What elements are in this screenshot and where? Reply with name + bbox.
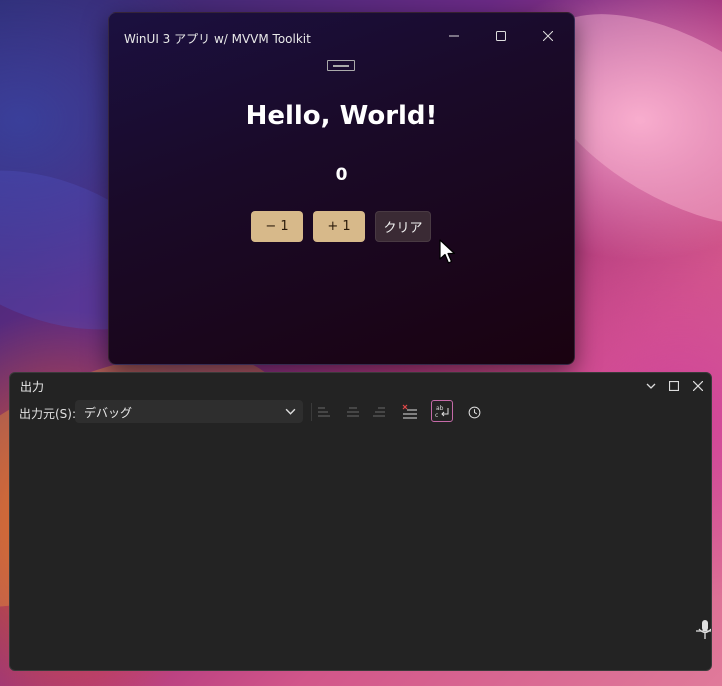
clear-all-icon xyxy=(402,404,417,419)
app-window: WinUI 3 アプリ w/ MVVM Toolkit Hello, World… xyxy=(108,12,575,365)
align-center-button[interactable] xyxy=(344,403,362,421)
clear-button[interactable]: クリア xyxy=(375,211,431,242)
panel-maximize-button[interactable] xyxy=(665,377,683,395)
close-icon xyxy=(543,31,553,41)
increment-button[interactable]: + 1 xyxy=(313,211,365,242)
clock-icon xyxy=(468,406,480,418)
panel-title: 出力 xyxy=(20,380,45,394)
mouse-pointer-icon xyxy=(439,239,456,264)
output-source-value: デバッグ xyxy=(84,406,133,420)
close-button[interactable] xyxy=(525,21,571,51)
counter-value: 0 xyxy=(335,165,348,185)
output-source-label: 出力元(S): xyxy=(19,407,77,421)
clear-all-button[interactable] xyxy=(401,403,419,421)
align-center-icon xyxy=(347,407,359,417)
align-right-icon xyxy=(373,407,385,417)
maximize-button[interactable] xyxy=(478,21,524,51)
chevron-down-icon xyxy=(646,383,656,389)
page-title: Hello, World! xyxy=(245,101,438,131)
minimize-button[interactable] xyxy=(431,21,477,51)
output-panel: 出力 出力元(S): デバッグ ab c xyxy=(9,372,712,671)
drag-handle-icon[interactable] xyxy=(327,60,355,71)
output-source-dropdown[interactable]: デバッグ xyxy=(75,400,303,423)
maximize-icon xyxy=(496,31,506,41)
chevron-down-icon xyxy=(285,408,296,415)
toolbar-separator xyxy=(311,403,312,421)
panel-options-button[interactable] xyxy=(642,377,660,395)
align-left-icon xyxy=(318,407,330,417)
decrement-button[interactable]: − 1 xyxy=(251,211,303,242)
word-wrap-icon: abc xyxy=(435,405,449,418)
align-left-button[interactable] xyxy=(315,403,333,421)
show-timestamp-button[interactable] xyxy=(465,403,483,421)
svg-text:c: c xyxy=(435,412,438,418)
svg-text:ab: ab xyxy=(436,405,444,412)
microphone-icon xyxy=(696,620,711,639)
align-right-button[interactable] xyxy=(370,403,388,421)
close-icon xyxy=(693,381,703,391)
maximize-icon xyxy=(669,381,679,391)
app-title: WinUI 3 アプリ w/ MVVM Toolkit xyxy=(124,32,311,46)
minimize-icon xyxy=(449,35,459,37)
word-wrap-toggle[interactable]: ab c xyxy=(431,400,453,422)
panel-close-button[interactable] xyxy=(689,377,707,395)
